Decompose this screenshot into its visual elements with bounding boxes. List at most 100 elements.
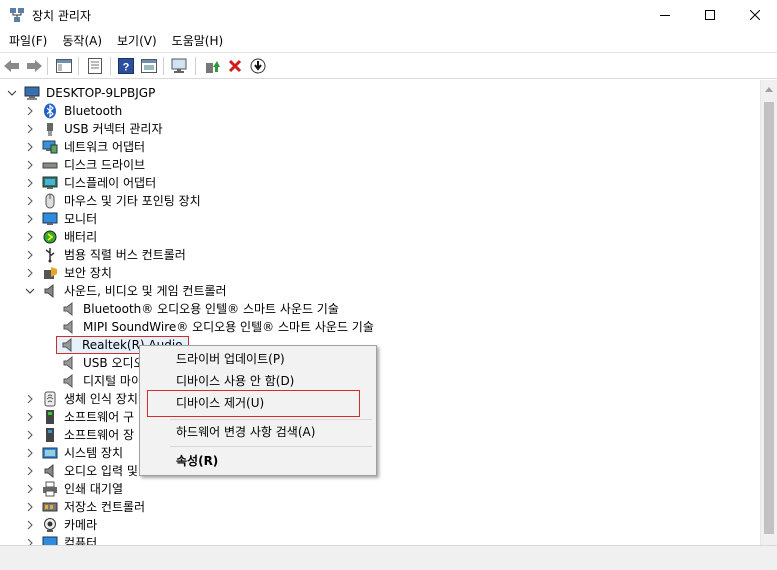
chevron-right-icon[interactable]: [24, 123, 36, 135]
tree-child-digital-mic[interactable]: 디지털 마이: [61, 372, 144, 390]
tree-item-label: USB 오디오: [83, 356, 145, 370]
tree-child-mipi-soundwire[interactable]: MIPI SoundWire® 오디오용 인텔® 스마트 사운드 기술: [61, 318, 376, 336]
tree-item-usb-controller[interactable]: 범용 직렬 버스 컨트롤러: [24, 246, 188, 264]
tree-item-label: Bluetooth® 오디오용 인텔® 스마트 사운드 기술: [83, 302, 339, 316]
chevron-right-icon[interactable]: [24, 159, 36, 171]
chevron-right-icon[interactable]: [24, 141, 36, 153]
tree-item-mouse[interactable]: 마우스 및 기타 포인팅 장치: [24, 192, 203, 210]
uninstall-device-button[interactable]: [225, 57, 245, 75]
tree-item-audio-input-output[interactable]: 오디오 입력 및: [24, 462, 140, 480]
menu-view[interactable]: 보기(V): [111, 31, 163, 51]
menu-properties[interactable]: 속성(R): [176, 451, 218, 471]
svg-text:?: ?: [123, 62, 130, 74]
tree-item-biometric[interactable]: 생체 인식 장치: [24, 390, 140, 408]
context-menu: 드라이버 업데이트(P) 디바이스 사용 안 함(D) 디바이스 제거(U) 하…: [139, 345, 377, 476]
chevron-down-icon[interactable]: [24, 285, 36, 297]
minimize-button[interactable]: [642, 0, 687, 30]
title-bar: 장치 관리자: [0, 0, 777, 30]
speaker-icon: [63, 319, 73, 335]
minimize-icon: [659, 15, 670, 16]
tree-child-usb-audio[interactable]: USB 오디오: [61, 354, 147, 372]
chevron-right-icon[interactable]: [24, 411, 36, 423]
chevron-down-icon[interactable]: [6, 87, 18, 99]
tree-item-label: 모니터: [64, 212, 98, 226]
tree-item-security-device[interactable]: 보안 장치: [24, 264, 114, 282]
menu-uninstall-device[interactable]: 디바이스 제거(U): [176, 393, 264, 413]
tree-item-label: 디스플레이 어댑터: [64, 176, 157, 190]
maximize-button[interactable]: [687, 0, 732, 30]
properties-button[interactable]: [85, 57, 105, 75]
help-icon: ?: [118, 58, 134, 74]
bluetooth-icon: [44, 103, 56, 119]
tree-child-bluetooth-audio[interactable]: Bluetooth® 오디오용 인텔® 스마트 사운드 기술: [61, 300, 341, 318]
menu-file[interactable]: 파일(F): [3, 31, 53, 51]
chevron-right-icon[interactable]: [24, 393, 36, 405]
mouse-icon: [45, 193, 55, 209]
tree-item-computer[interactable]: 컴퓨터: [24, 534, 99, 545]
tree-item-sound-video-game[interactable]: 사운드, 비디오 및 게임 컨트롤러: [24, 282, 229, 300]
chevron-right-icon[interactable]: [24, 177, 36, 189]
tree-item-battery[interactable]: 배터리: [24, 228, 99, 246]
chevron-right-icon[interactable]: [24, 267, 36, 279]
chevron-right-icon[interactable]: [24, 195, 36, 207]
speaker-icon: [44, 283, 54, 299]
vertical-scrollbar[interactable]: [760, 80, 777, 545]
chevron-right-icon[interactable]: [24, 447, 36, 459]
tree-item-label: 소프트웨어 장: [64, 428, 135, 442]
chevron-right-icon[interactable]: [24, 213, 36, 225]
tree-item-label: 컴퓨터: [64, 536, 98, 545]
tree-item-bluetooth[interactable]: Bluetooth: [24, 102, 124, 120]
tree-item-network-adapter[interactable]: 네트워크 어댑터: [24, 138, 147, 156]
scroll-up-arrow-icon[interactable]: [765, 87, 773, 92]
tree-item-label: 디스크 드라이브: [64, 158, 146, 172]
menu-disable-device[interactable]: 디바이스 사용 안 함(D): [176, 371, 294, 391]
battery-icon: [43, 230, 57, 244]
help-button[interactable]: ?: [116, 57, 136, 75]
tree-item-disk-drive[interactable]: 디스크 드라이브: [24, 156, 147, 174]
chevron-right-icon[interactable]: [24, 483, 36, 495]
chevron-right-icon[interactable]: [24, 501, 36, 513]
menu-action[interactable]: 동작(A): [56, 31, 108, 51]
tree-item-monitor[interactable]: 모니터: [24, 210, 99, 228]
view-button[interactable]: [139, 57, 159, 75]
speaker-icon: [63, 373, 73, 389]
back-button[interactable]: [2, 57, 22, 75]
chevron-right-icon[interactable]: [24, 537, 36, 545]
menu-update-driver[interactable]: 드라이버 업데이트(P): [176, 349, 285, 369]
download-button[interactable]: [248, 57, 268, 75]
tree-item-usb-connector[interactable]: USB 커넥터 관리자: [24, 120, 165, 138]
close-button[interactable]: [732, 0, 777, 30]
chevron-right-icon[interactable]: [24, 465, 36, 477]
tree-item-software-device[interactable]: 소프트웨어 장: [24, 426, 136, 444]
tree-root[interactable]: DESKTOP-9LPBJGP: [6, 84, 157, 102]
chevron-right-icon[interactable]: [24, 105, 36, 117]
update-driver-button[interactable]: [202, 57, 222, 75]
tree-item-camera[interactable]: 카메라: [24, 516, 99, 534]
scan-hardware-button[interactable]: [170, 57, 190, 75]
software-component-icon: [46, 410, 54, 424]
tree-item-software-component[interactable]: 소프트웨어 구: [24, 408, 136, 426]
toolbar: ?: [0, 52, 777, 79]
tree-item-label: 마우스 및 기타 포인팅 장치: [64, 194, 201, 208]
computer-icon: [24, 86, 40, 100]
scrollbar-thumb[interactable]: [764, 102, 774, 534]
tree-item-display-adapter[interactable]: 디스플레이 어댑터: [24, 174, 158, 192]
disk-drive-icon: [42, 162, 58, 169]
chevron-right-icon[interactable]: [24, 231, 36, 243]
chevron-right-icon[interactable]: [24, 519, 36, 531]
menu-scan-hardware[interactable]: 하드웨어 변경 사항 검색(A): [176, 422, 315, 442]
uninstall-device-icon: [228, 59, 242, 73]
tree-item-label: 소프트웨어 구: [64, 410, 135, 424]
menu-help[interactable]: 도움말(H): [166, 31, 230, 51]
security-device-icon: [44, 267, 57, 279]
tree-item-print-queue[interactable]: 인쇄 대기열: [24, 480, 125, 498]
console-tree-button[interactable]: [54, 57, 74, 75]
camera-icon: [44, 518, 56, 532]
tree-item-storage-controller[interactable]: 저장소 컨트롤러: [24, 498, 147, 516]
chevron-right-icon[interactable]: [24, 249, 36, 261]
menu-separator: [170, 446, 372, 447]
tree-item-system-device[interactable]: 시스템 장치: [24, 444, 125, 462]
display-adapter-icon: [42, 176, 58, 189]
forward-button[interactable]: [24, 57, 44, 75]
chevron-right-icon[interactable]: [24, 429, 36, 441]
